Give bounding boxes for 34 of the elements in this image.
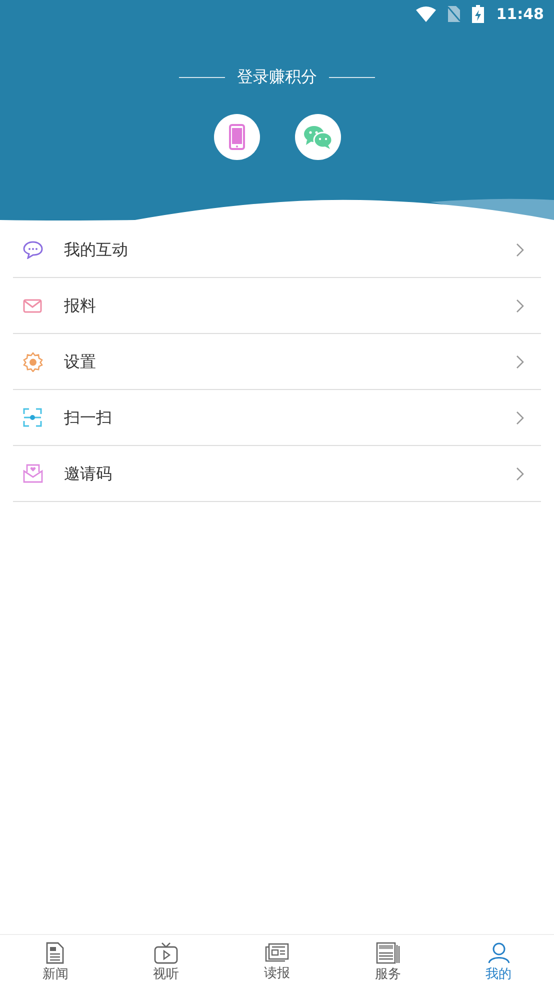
person-icon [486, 942, 511, 964]
login-title: 登录赚积分 [237, 66, 317, 88]
tab-item[interactable]: 我的 [443, 935, 554, 986]
no-sim-icon [448, 6, 460, 22]
tab-item[interactable]: 视听 [110, 935, 222, 986]
scan-icon [23, 408, 42, 427]
tab-item[interactable]: 读报 [222, 935, 332, 986]
chevron-right-icon [516, 242, 524, 256]
menu-item[interactable]: 我的互动 [13, 222, 541, 278]
wifi-icon [416, 6, 436, 22]
speech-bubble-icon [22, 240, 42, 258]
phone-icon [228, 124, 244, 150]
chevron-right-icon [516, 466, 524, 480]
chevron-right-icon [516, 354, 524, 368]
chevron-right-icon [516, 298, 524, 312]
tab-item[interactable]: 新闻 [0, 935, 111, 986]
menu-item[interactable]: 设置 [13, 334, 541, 390]
tab-item[interactable]: 服务 [332, 935, 444, 986]
settings-icon [22, 352, 42, 372]
tv-play-icon [154, 942, 178, 964]
newspaper-icon [264, 942, 289, 962]
status-time: 11:48 [496, 4, 544, 25]
chevron-right-icon [516, 410, 524, 424]
chat-login-button[interactable] [294, 114, 340, 160]
chat-bubbles-icon [302, 125, 332, 149]
document-icon [44, 942, 66, 964]
menu-item[interactable]: 扫一扫 [13, 390, 541, 446]
menu-item[interactable]: 报料 [13, 278, 541, 334]
menu-item[interactable]: 邀请码 [13, 446, 541, 502]
envelope-icon [23, 298, 42, 312]
phone-login-button[interactable] [214, 114, 260, 160]
battery-icon [472, 5, 484, 23]
newspaper-stack-icon [376, 942, 400, 964]
envelope-heart-icon [22, 464, 42, 483]
